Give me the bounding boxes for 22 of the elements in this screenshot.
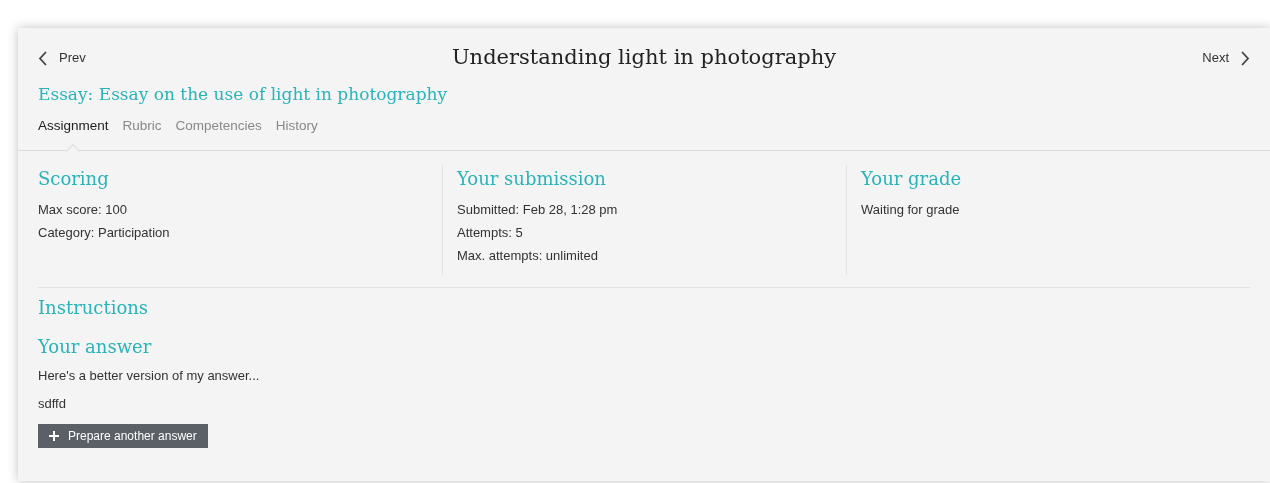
section-heading: Your submission bbox=[457, 166, 607, 191]
detail-text: Submitted: Feb 28, 1:28 pm bbox=[457, 200, 619, 219]
page-title: Understanding light in photography bbox=[451, 44, 837, 72]
answer-text: sdffd bbox=[38, 395, 67, 414]
next-link[interactable]: Next bbox=[1100, 48, 1250, 68]
detail-text: Waiting for grade bbox=[861, 200, 961, 219]
prev-link[interactable]: Prev bbox=[38, 48, 188, 68]
section-heading: Instructions bbox=[38, 295, 150, 320]
section-heading: Scoring bbox=[38, 166, 110, 191]
answer-text: Here's a better version of my answer... bbox=[38, 366, 261, 385]
assignment-title: Essay: Essay on the use of light in photography bbox=[38, 83, 449, 106]
prepare-answer-button[interactable]: Prepare another answer bbox=[38, 423, 208, 448]
detail-text: Max. attempts: unlimited bbox=[457, 246, 599, 265]
detail-text: Attempts: 5 bbox=[457, 223, 524, 242]
tab[interactable]: Rubric bbox=[122, 115, 162, 144]
detail-text: Max score: 100 bbox=[38, 200, 128, 219]
tab[interactable]: Assignment bbox=[38, 115, 109, 144]
section-heading: Your answer bbox=[38, 334, 153, 359]
tab[interactable]: Competencies bbox=[175, 115, 262, 144]
section-heading: Your grade bbox=[861, 166, 963, 191]
tab[interactable]: History bbox=[275, 115, 318, 144]
detail-text: Category: Participation bbox=[38, 223, 171, 242]
